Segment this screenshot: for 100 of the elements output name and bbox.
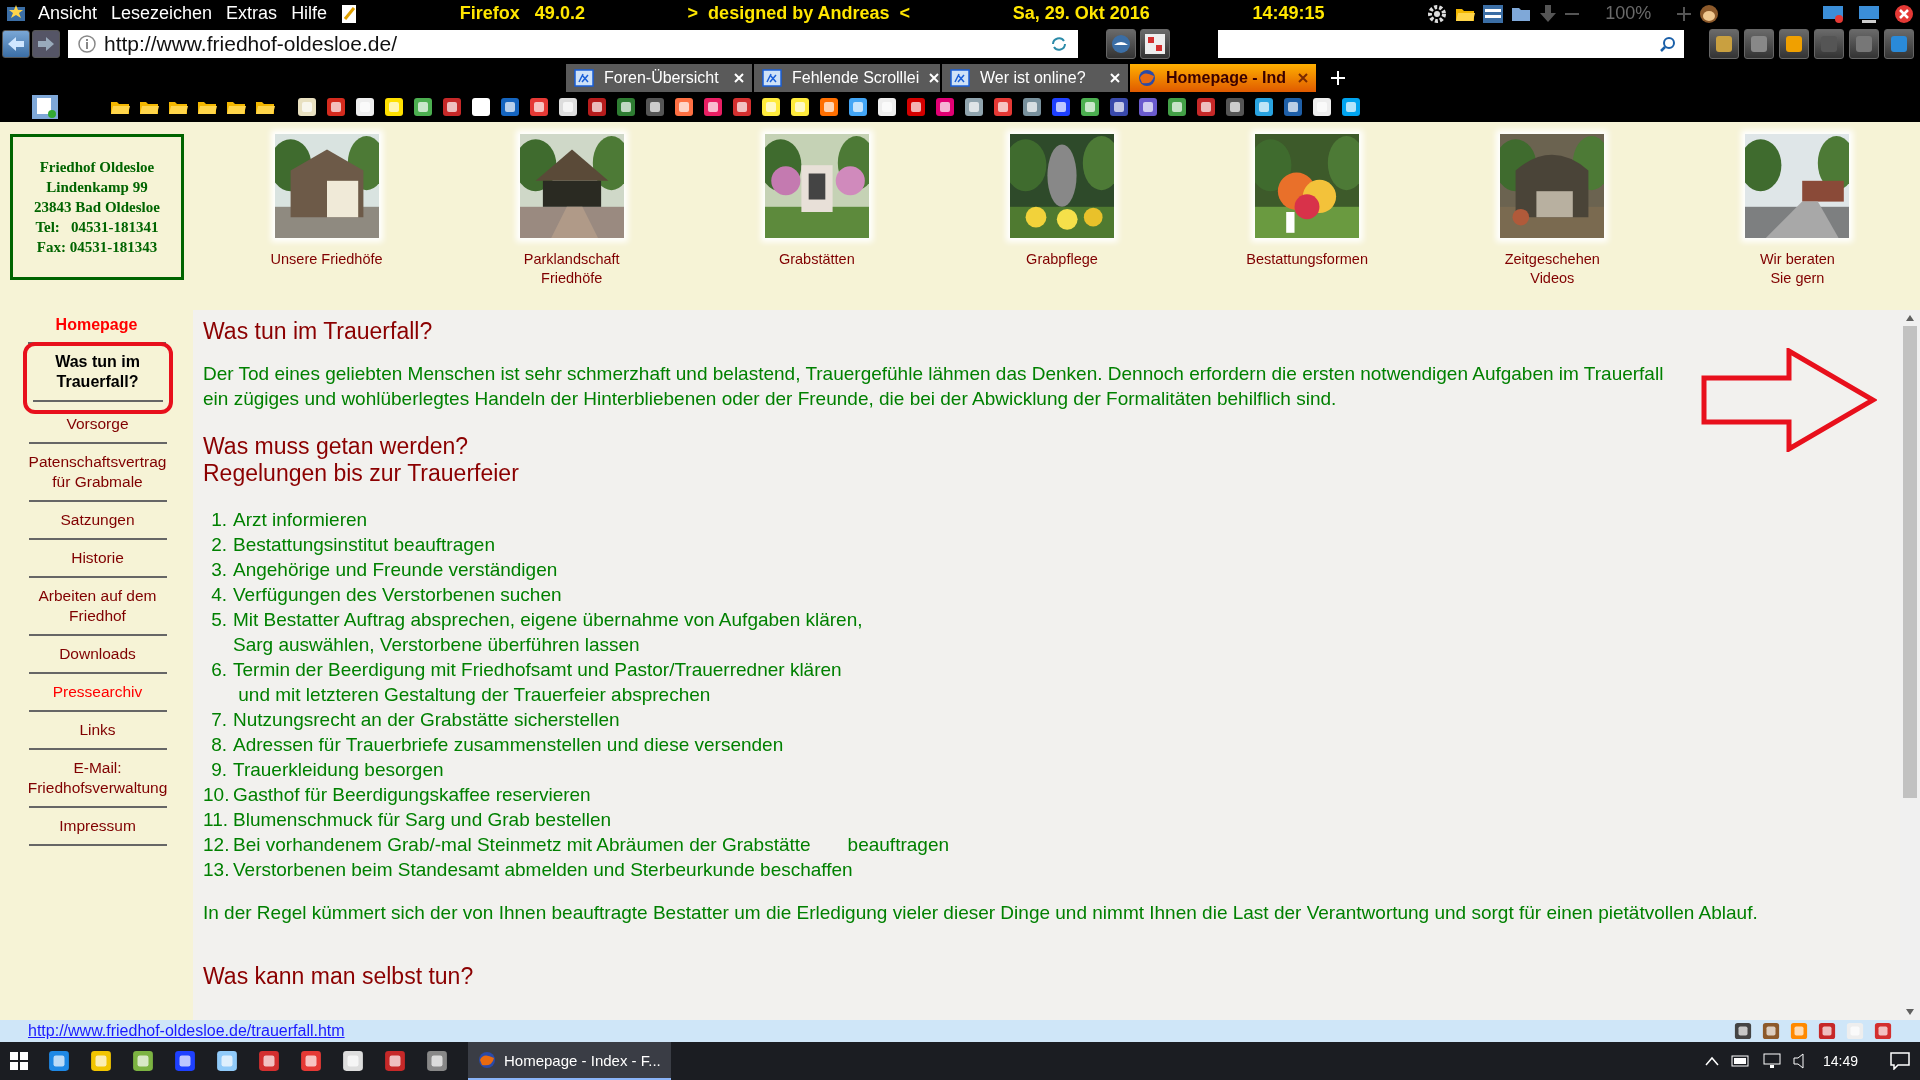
- sidebar-link[interactable]: Downloads: [28, 636, 167, 674]
- taskbar-icon[interactable]: [174, 1050, 196, 1072]
- taskbar-icon[interactable]: [258, 1050, 280, 1072]
- sidebar-link[interactable]: Arbeiten auf dem Friedhof: [28, 578, 167, 636]
- bookmark-icon[interactable]: [761, 97, 781, 117]
- bookmark-icon[interactable]: [1225, 97, 1245, 117]
- tray-icon[interactable]: [1734, 1022, 1752, 1040]
- scrollbar[interactable]: [1900, 310, 1920, 1020]
- address-field[interactable]: http://www.friedhof-oldesloe.de/: [68, 30, 1078, 58]
- folder-icon[interactable]: [255, 99, 275, 115]
- sidebar-link[interactable]: Historie: [28, 540, 167, 578]
- bookmark-icon[interactable]: [906, 97, 926, 117]
- bookmark-icon[interactable]: [993, 97, 1013, 117]
- sidebar-link[interactable]: Was tun im Trauerfall?: [22, 342, 173, 414]
- bookmark-icon[interactable]: [790, 97, 810, 117]
- folder-icon[interactable]: [226, 99, 246, 115]
- bookmark-icon[interactable]: [1109, 97, 1129, 117]
- bookmark-icon[interactable]: [1341, 97, 1361, 117]
- back-button[interactable]: [2, 30, 30, 58]
- chevron-up-icon[interactable]: [1704, 1056, 1719, 1066]
- monkey-face-icon[interactable]: [1699, 3, 1720, 24]
- bookmark-icon[interactable]: [1080, 97, 1100, 117]
- bookmark-icon[interactable]: [1022, 97, 1042, 117]
- folder-icon[interactable]: [1511, 5, 1532, 22]
- folder-icon[interactable]: [139, 99, 159, 115]
- bookmark-icon[interactable]: [1167, 97, 1187, 117]
- sidebar-link[interactable]: Homepage: [27, 310, 166, 344]
- new-tab-icon[interactable]: [1331, 71, 1345, 85]
- sidebar-link[interactable]: Patenschaftsvertrag für Grabmale: [28, 444, 167, 502]
- forward-button[interactable]: [32, 30, 60, 58]
- gallery-link[interactable]: Zeitgeschehen Videos: [1504, 250, 1600, 288]
- browser-tab[interactable]: Homepage - Ind: [1130, 64, 1316, 92]
- bookmark-icon[interactable]: [1312, 97, 1332, 117]
- bookmark-icon[interactable]: [616, 97, 636, 117]
- bookmark-icon[interactable]: [964, 97, 984, 117]
- settings-icon[interactable]: [1427, 3, 1448, 24]
- plus-icon[interactable]: [1677, 6, 1692, 21]
- search-field[interactable]: [1218, 30, 1684, 58]
- reload-icon[interactable]: [1050, 35, 1068, 53]
- close-icon[interactable]: [1894, 3, 1915, 24]
- toolbar-button[interactable]: [1884, 29, 1914, 59]
- toolbar-button[interactable]: [1709, 29, 1739, 59]
- monitor-icon[interactable]: [1858, 3, 1881, 24]
- taskbar-icon[interactable]: [300, 1050, 322, 1072]
- monitor-icon[interactable]: [1822, 3, 1845, 24]
- folder-icon[interactable]: [197, 99, 217, 115]
- bookmark-icon[interactable]: [326, 97, 346, 117]
- save-page-icon[interactable]: [32, 95, 58, 119]
- toolbar-button[interactable]: [1849, 29, 1879, 59]
- gallery-link[interactable]: Bestattungsformen: [1246, 250, 1368, 269]
- bookmark-icon[interactable]: [442, 97, 462, 117]
- browser-logo-icon[interactable]: [6, 3, 26, 24]
- menu-item[interactable]: Extras: [226, 3, 278, 24]
- scroll-up-icon[interactable]: [1905, 314, 1915, 322]
- taskbar-icon[interactable]: [342, 1050, 364, 1072]
- taskbar-icon[interactable]: [48, 1050, 70, 1072]
- bookmark-icon[interactable]: [877, 97, 897, 117]
- bookmark-icon[interactable]: [384, 97, 404, 117]
- browser-tab[interactable]: Wer ist online?: [942, 64, 1128, 92]
- tray-icon[interactable]: [1762, 1022, 1780, 1040]
- bookmark-icon[interactable]: [587, 97, 607, 117]
- taskbar-icon[interactable]: [90, 1050, 112, 1072]
- bookmark-icon[interactable]: [529, 97, 549, 117]
- sidebar-link[interactable]: Pressearchiv: [28, 674, 167, 712]
- scroll-down-icon[interactable]: [1905, 1008, 1915, 1016]
- gallery-link[interactable]: Grabstätten: [778, 250, 855, 269]
- mail-client-button[interactable]: [1106, 29, 1136, 59]
- sidebar-link[interactable]: Links: [28, 712, 167, 750]
- taskbar-icon[interactable]: [216, 1050, 238, 1072]
- download-icon[interactable]: [1539, 3, 1558, 24]
- menu-item[interactable]: Ansicht: [38, 3, 98, 24]
- battery-icon[interactable]: [1730, 1055, 1751, 1067]
- tray-icon[interactable]: [1818, 1022, 1836, 1040]
- bookmark-icon[interactable]: [355, 97, 375, 117]
- bookmark-icon[interactable]: [674, 97, 694, 117]
- bookmark-icon[interactable]: [1254, 97, 1274, 117]
- bookmark-icon[interactable]: [1051, 97, 1071, 117]
- menu-item[interactable]: Hilfe: [291, 3, 328, 24]
- gallery-link[interactable]: Grabpflege: [1026, 250, 1098, 269]
- gallery-link[interactable]: Wir beraten Sie gern: [1759, 250, 1835, 288]
- bookmark-icon[interactable]: [1283, 97, 1303, 117]
- bookmark-icon[interactable]: [935, 97, 955, 117]
- bookmark-icon[interactable]: [703, 97, 723, 117]
- windows-logo-icon[interactable]: [10, 1052, 28, 1070]
- sidebar-link[interactable]: Impressum: [28, 808, 167, 846]
- bookmark-icon[interactable]: [297, 97, 317, 117]
- browser-tab[interactable]: Foren-Übersicht: [566, 64, 752, 92]
- sidebar-link[interactable]: E-Mail: Friedhofsverwaltung: [28, 750, 167, 808]
- folder-icon[interactable]: [168, 99, 188, 115]
- bookmark-icon[interactable]: [848, 97, 868, 117]
- bookmark-icon[interactable]: [732, 97, 752, 117]
- taskbar-icon[interactable]: [426, 1050, 448, 1072]
- sidebar-link[interactable]: Satzungen: [28, 502, 167, 540]
- browser-tab[interactable]: Fehlende Scrolllei: [754, 64, 940, 92]
- bookmark-icon[interactable]: [1138, 97, 1158, 117]
- taskbar-icon[interactable]: [384, 1050, 406, 1072]
- bookmark-icon[interactable]: [500, 97, 520, 117]
- network-icon[interactable]: [1762, 1053, 1781, 1069]
- bookmark-icon[interactable]: [558, 97, 578, 117]
- taskbar-icon[interactable]: [132, 1050, 154, 1072]
